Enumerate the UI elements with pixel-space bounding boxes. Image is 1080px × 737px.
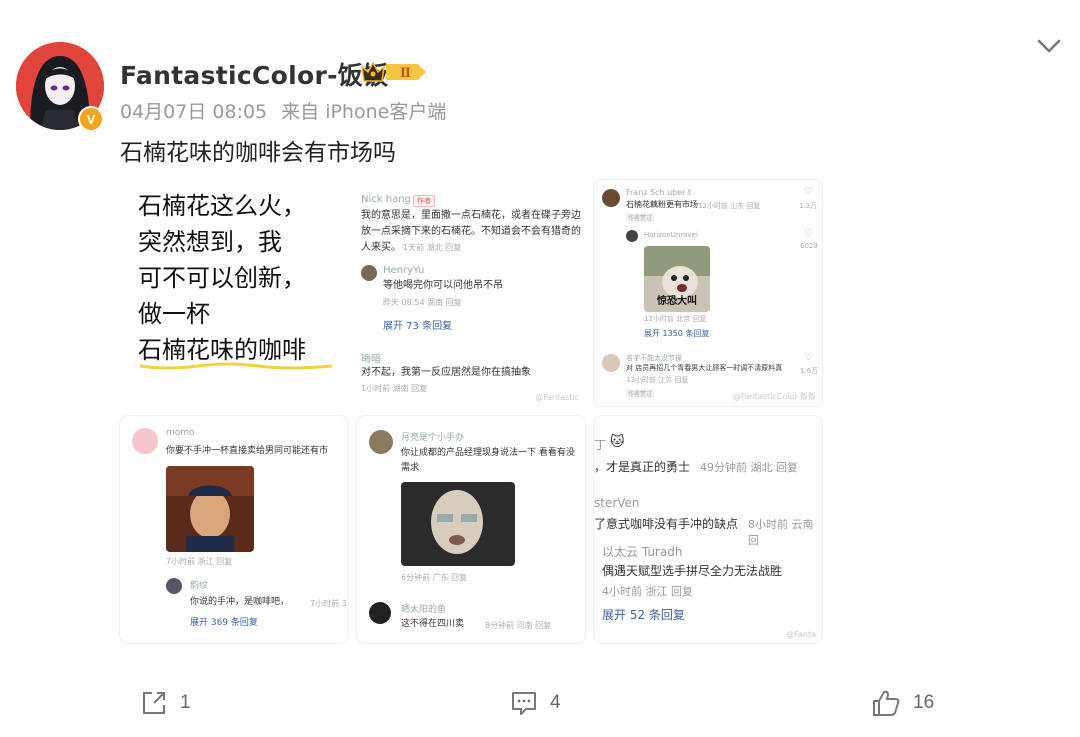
post-image-3[interactable]: Franz Sch uber t 石楠花藕粉更有市场 12小时前 山东 回复 ♡… xyxy=(594,180,822,406)
heart-icon: ♡ xyxy=(804,228,813,239)
avatar xyxy=(626,230,638,242)
post-image-1[interactable]: 石楠花这么火， 突然想到，我 可不可以创新， 做一杯 石楠花味的咖啡 xyxy=(120,180,348,406)
share-count: 1 xyxy=(180,692,191,713)
heart-icon: ♡ xyxy=(804,186,813,197)
post-image-5[interactable]: 月亮是个小手办 你让成都的产品经理现身说法一下 看看有没 需求 6分钟前 广东 … xyxy=(357,416,585,643)
thumbs-up-icon xyxy=(873,690,900,716)
avatar xyxy=(369,602,391,624)
post-text: 石楠花味的咖啡会有市场吗 xyxy=(120,140,396,166)
cat-emoji-icon: 🐱 xyxy=(610,434,625,450)
heart-icon: ♡ xyxy=(804,352,813,363)
comment-icon xyxy=(512,692,536,715)
meme-image: 惊恐大叫 xyxy=(644,246,710,312)
post-image-2[interactable]: Nick hang 作者 我的意思是，里面撒一点石楠花，或者在碟子旁边 放一点采… xyxy=(357,180,585,406)
username[interactable]: FantasticColor-饭饭 xyxy=(120,56,388,92)
comment-button[interactable]: 4 xyxy=(510,688,561,718)
post-meta: 04月07日 08:05 来自 iPhone客户端 xyxy=(120,97,460,124)
share-button[interactable]: 1 xyxy=(140,688,191,718)
avatar xyxy=(602,189,620,207)
avatar xyxy=(132,428,158,454)
chevron-down-icon[interactable] xyxy=(1034,34,1064,58)
crown-rank-icon[interactable]: Ⅱ xyxy=(360,59,428,85)
post-source[interactable]: 来自 iPhone客户端 xyxy=(281,101,446,123)
image-1-text: 石楠花这么火， 突然想到，我 可不可以创新， 做一杯 石楠花味的咖啡 xyxy=(138,188,333,370)
avatar xyxy=(369,430,393,454)
like-count: 16 xyxy=(913,692,935,713)
meme-image xyxy=(401,482,515,566)
post-image-6[interactable]: 丁 🐱 ，才是真正的勇士 49分钟前 湖北 回复 sterVen 了意式咖啡没有… xyxy=(594,416,822,643)
avatar xyxy=(166,578,182,594)
meme-image xyxy=(166,466,254,552)
weibo-post: V FantasticColor-饭饭 Ⅱ 04月07日 08:05 来自 iPh… xyxy=(0,0,1080,737)
share-icon xyxy=(143,692,165,714)
comment-count: 4 xyxy=(550,692,561,713)
like-button[interactable]: 16 xyxy=(871,688,934,718)
avatar xyxy=(361,265,377,281)
post-date: 04月07日 08:05 xyxy=(120,101,268,123)
post-image-4[interactable]: momo 你要不手冲一杯直接卖给男同可能还有市 7小时前 浙江 回复 韵纹 你说… xyxy=(120,416,348,643)
verified-badge: V xyxy=(78,106,104,132)
svg-text:Ⅱ: Ⅱ xyxy=(400,66,411,81)
avatar xyxy=(602,354,620,372)
